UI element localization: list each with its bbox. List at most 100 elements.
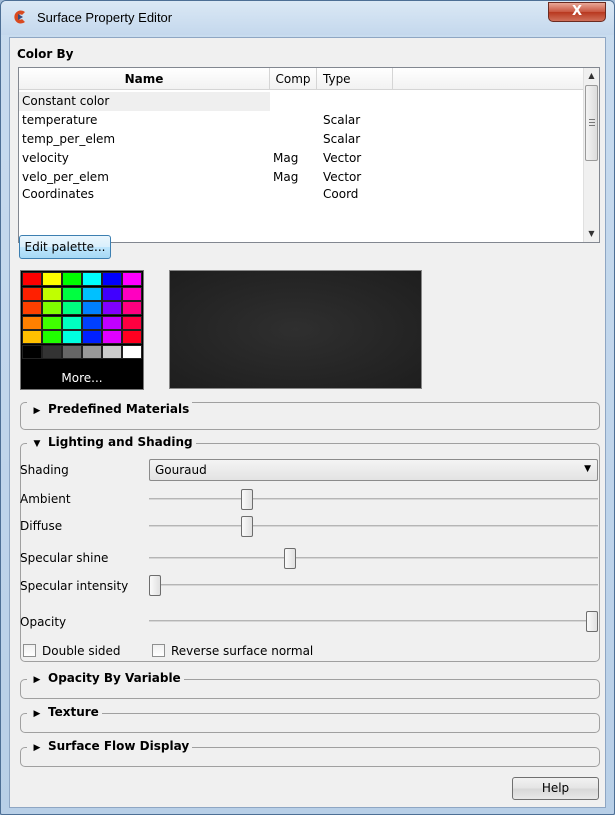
more-colors-button[interactable]: More... [21, 371, 143, 385]
color-swatch[interactable] [22, 330, 42, 344]
reverse-normal-label: Reverse surface normal [171, 644, 314, 658]
expand-arrow-icon: ▶ [33, 406, 41, 416]
color-swatch[interactable] [42, 272, 62, 286]
specular-shine-label: Specular shine [20, 551, 109, 565]
color-swatch[interactable] [22, 286, 42, 301]
color-swatch[interactable] [62, 286, 82, 301]
row-type: Vector [323, 170, 362, 184]
color-swatch[interactable] [102, 315, 122, 330]
texture-header[interactable]: ▶ Texture [27, 705, 102, 719]
reverse-normal-checkbox[interactable] [152, 644, 165, 657]
scroll-down-arrow-icon[interactable]: ▼ [584, 226, 599, 242]
column-header-name[interactable]: Name [19, 68, 270, 90]
color-swatch[interactable] [22, 344, 42, 359]
color-swatch[interactable] [62, 344, 82, 359]
color-swatch[interactable] [102, 272, 122, 286]
opacity-slider[interactable] [149, 611, 598, 632]
color-swatch[interactable] [82, 344, 102, 359]
ambient-label: Ambient [20, 492, 71, 506]
slider-track [149, 584, 598, 586]
section-label: Surface Flow Display [48, 739, 190, 753]
color-swatch[interactable] [102, 344, 122, 359]
section-label: Lighting and Shading [48, 435, 193, 449]
table-scrollbar[interactable]: ▲ ▼ [583, 68, 599, 242]
double-sided-label: Double sided [42, 644, 121, 658]
specular-intensity-label: Specular intensity [20, 579, 129, 593]
column-header-blank [393, 68, 586, 90]
edit-palette-button[interactable]: Edit palette... [19, 235, 111, 259]
color-swatch[interactable] [82, 330, 102, 344]
color-swatch[interactable] [122, 344, 142, 359]
color-swatch[interactable] [82, 315, 102, 330]
color-swatch[interactable] [42, 286, 62, 301]
title-bar[interactable]: Surface Property Editor X [1, 1, 614, 35]
slider-thumb[interactable] [586, 611, 598, 632]
color-swatch[interactable] [62, 315, 82, 330]
color-swatch[interactable] [122, 301, 142, 315]
expand-arrow-icon: ▶ [33, 743, 41, 753]
slider-thumb[interactable] [149, 575, 161, 596]
color-swatch[interactable] [102, 286, 122, 301]
color-swatch[interactable] [122, 286, 142, 301]
specular-intensity-slider[interactable] [149, 575, 598, 596]
color-swatch[interactable] [102, 301, 122, 315]
ambient-slider[interactable] [149, 489, 598, 510]
specular-shine-slider[interactable] [149, 548, 598, 569]
opacity-by-variable-header[interactable]: ▶ Opacity By Variable [27, 671, 184, 685]
column-header-type[interactable]: Type [317, 68, 393, 90]
shading-select[interactable]: Gouraud ▼ [149, 459, 598, 481]
editor-body: Color By Name Comp Type Constant color t… [9, 37, 606, 808]
shading-value: Gouraud [155, 463, 207, 477]
diffuse-slider[interactable] [149, 516, 598, 537]
color-swatch[interactable] [42, 330, 62, 344]
collapse-arrow-icon: ▼ [33, 439, 41, 449]
color-swatch[interactable] [82, 272, 102, 286]
row-name: Coordinates [22, 187, 95, 201]
surface-property-editor-window: Surface Property Editor X Color By Name … [0, 0, 615, 815]
color-swatch[interactable] [22, 301, 42, 315]
double-sided-checkbox[interactable] [23, 644, 36, 657]
color-swatch[interactable] [102, 330, 122, 344]
table-row[interactable]: Coordinates Coord [19, 187, 586, 202]
color-swatch[interactable] [122, 330, 142, 344]
window-title: Surface Property Editor [37, 10, 173, 25]
color-palette: More... [20, 270, 144, 390]
table-row[interactable]: Constant color [19, 92, 586, 111]
color-swatch[interactable] [42, 344, 62, 359]
row-type: Vector [323, 151, 362, 165]
lighting-shading-header[interactable]: ▼ Lighting and Shading [27, 435, 196, 449]
row-comp: Mag [273, 170, 299, 184]
color-swatch[interactable] [42, 315, 62, 330]
color-swatch[interactable] [122, 315, 142, 330]
color-swatch[interactable] [42, 301, 62, 315]
row-name: Constant color [22, 94, 110, 108]
table-row[interactable]: temperature Scalar [19, 111, 586, 130]
row-comp: Mag [273, 151, 299, 165]
slider-thumb[interactable] [241, 516, 253, 537]
color-swatch[interactable] [82, 301, 102, 315]
slider-thumb[interactable] [284, 548, 296, 569]
color-swatch[interactable] [122, 272, 142, 286]
slider-track [149, 498, 598, 500]
table-row[interactable]: temp_per_elem Scalar [19, 130, 586, 149]
opacity-label: Opacity [20, 615, 67, 629]
expand-arrow-icon: ▶ [33, 709, 41, 719]
color-swatch[interactable] [22, 315, 42, 330]
surface-flow-display-header[interactable]: ▶ Surface Flow Display [27, 739, 193, 753]
scroll-up-arrow-icon[interactable]: ▲ [584, 68, 599, 84]
color-swatch[interactable] [62, 301, 82, 315]
predefined-materials-header[interactable]: ▶ Predefined Materials [27, 402, 193, 416]
expand-arrow-icon: ▶ [33, 675, 41, 685]
color-swatch[interactable] [62, 330, 82, 344]
color-swatch[interactable] [62, 272, 82, 286]
color-swatch[interactable] [82, 286, 102, 301]
color-swatch[interactable] [22, 272, 42, 286]
table-row[interactable]: velocity Mag Vector [19, 149, 586, 168]
close-button[interactable]: X [548, 2, 606, 22]
table-row[interactable]: velo_per_elem Mag Vector [19, 168, 586, 187]
chevron-down-icon: ▼ [584, 464, 591, 474]
help-button[interactable]: Help [512, 777, 599, 800]
scroll-thumb[interactable] [585, 85, 598, 161]
column-header-comp[interactable]: Comp [270, 68, 317, 90]
slider-thumb[interactable] [241, 489, 253, 510]
